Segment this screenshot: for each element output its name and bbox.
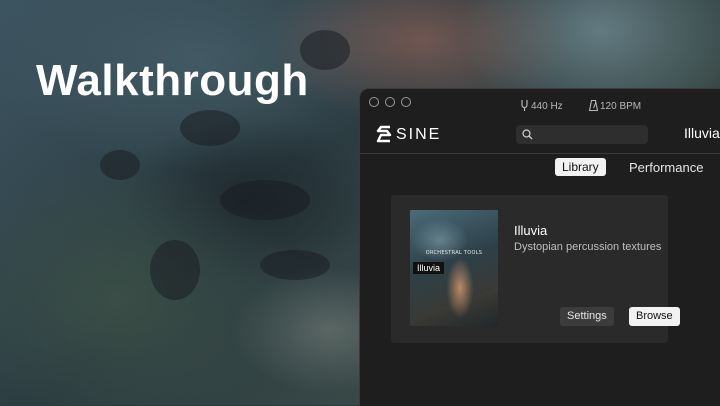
tab-library[interactable]: Library xyxy=(555,158,606,176)
search-icon xyxy=(522,129,533,140)
sine-logo: SINE xyxy=(376,125,441,144)
search-box[interactable] xyxy=(516,125,648,144)
instrument-cover-image[interactable]: ORCHESTRAL TOOLS Illuvia xyxy=(410,210,498,326)
divider xyxy=(360,153,720,154)
tuning-display[interactable]: 440 Hz xyxy=(520,100,563,112)
app-window: 440 Hz 120 BPM SINE Illuvia Library Perf… xyxy=(359,88,720,406)
cover-label: Illuvia xyxy=(413,262,445,274)
sine-logo-icon xyxy=(376,125,392,143)
minimize-window-button[interactable] xyxy=(385,97,395,107)
cover-strip-text: ORCHESTRAL TOOLS xyxy=(425,250,483,256)
browse-button[interactable]: Browse xyxy=(629,307,680,326)
tempo-display[interactable]: 120 BPM xyxy=(588,99,642,112)
zoom-window-button[interactable] xyxy=(401,97,411,107)
metronome-icon xyxy=(588,99,599,112)
tab-performance[interactable]: Performance xyxy=(629,160,703,175)
instrument-description: Dystopian percussion textures xyxy=(514,241,662,253)
instrument-title: Illuvia xyxy=(514,223,548,238)
settings-button[interactable]: Settings xyxy=(560,307,614,326)
instrument-card[interactable]: ORCHESTRAL TOOLS Illuvia Illuvia Dystopi… xyxy=(391,195,680,343)
headline: Walkthrough xyxy=(36,56,309,105)
close-window-button[interactable] xyxy=(369,97,379,107)
tempo-value: 120 BPM xyxy=(600,101,642,112)
title-bar: 440 Hz 120 BPM xyxy=(360,89,720,119)
loaded-instrument-name: Illuvia xyxy=(684,125,720,141)
logo-text: SINE xyxy=(396,126,442,143)
tuning-value: 440 Hz xyxy=(531,101,563,112)
tuning-fork-icon xyxy=(521,100,528,111)
search-input[interactable] xyxy=(536,125,644,144)
